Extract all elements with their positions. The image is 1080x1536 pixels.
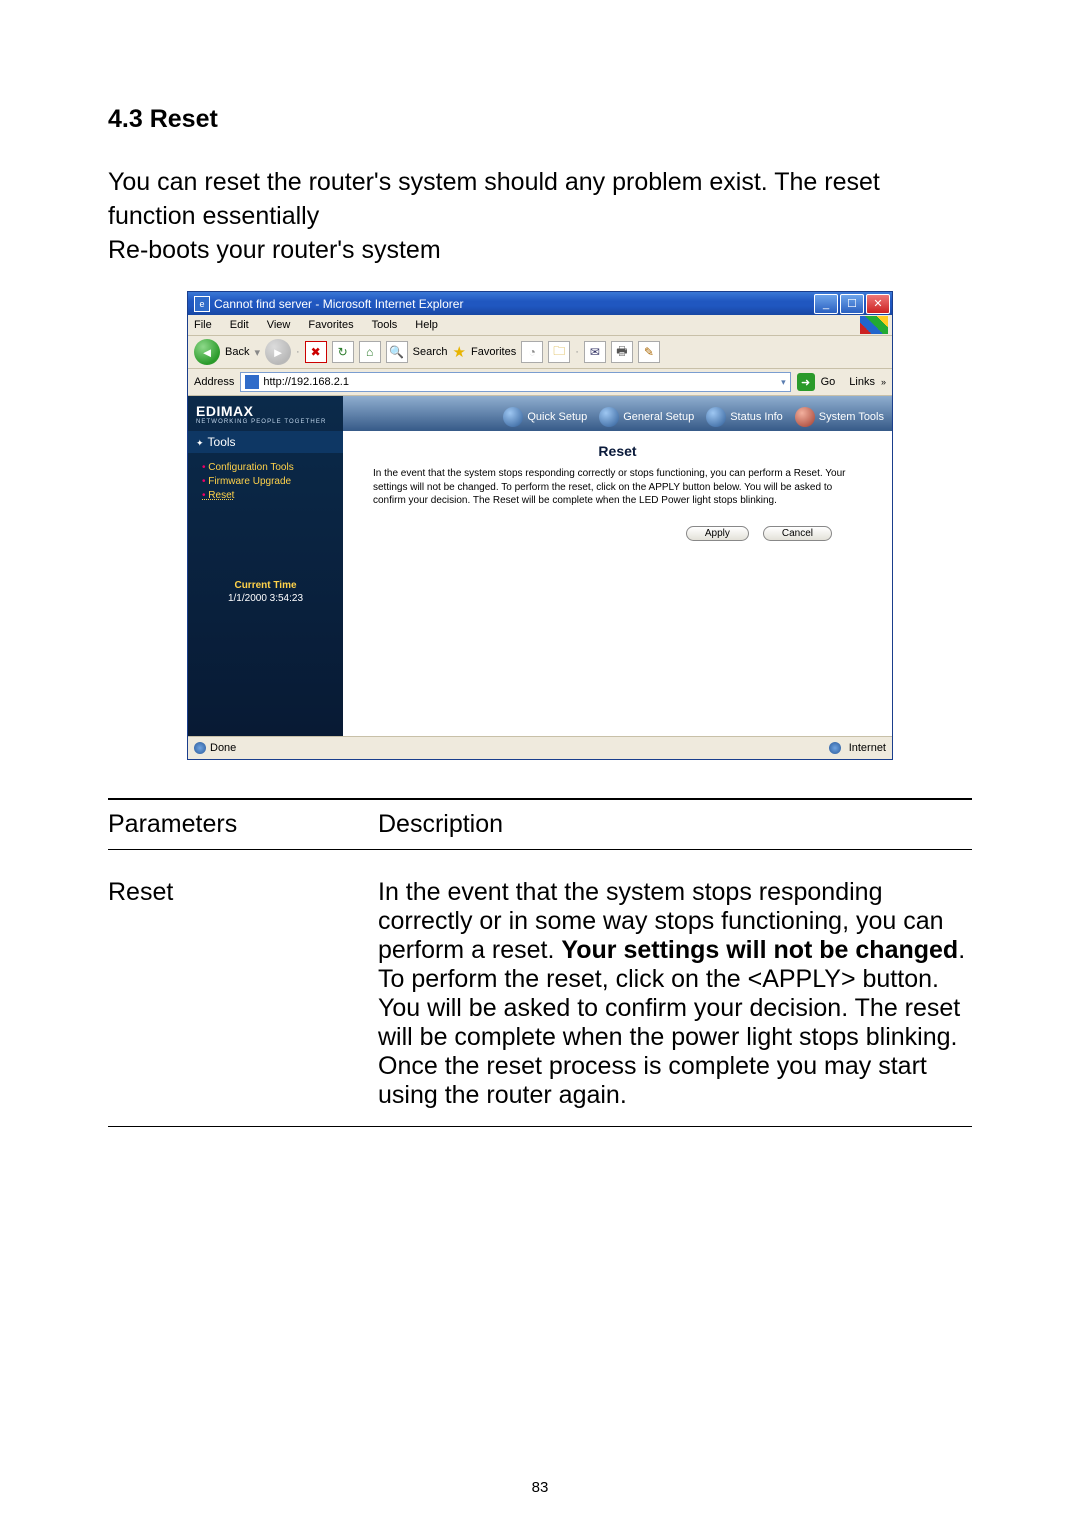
reset-description: In the event that the system stops respo…: [343, 467, 892, 508]
intro-text: You can reset the router's system should…: [108, 166, 972, 267]
sidebar-item-firmware[interactable]: Firmware Upgrade: [202, 476, 339, 487]
links-label[interactable]: Links: [849, 376, 875, 388]
globe-icon: [706, 407, 726, 427]
page-number: 83: [0, 1479, 1080, 1496]
mail-icon[interactable]: ✉: [584, 341, 606, 363]
print-icon[interactable]: 🖶: [611, 341, 633, 363]
close-button[interactable]: ✕: [866, 294, 890, 314]
windows-flag-icon: [860, 316, 888, 334]
col-description: Description: [378, 799, 972, 850]
menu-view[interactable]: View: [267, 319, 291, 331]
maximize-button[interactable]: ☐: [840, 294, 864, 314]
address-dropdown-icon[interactable]: ▾: [781, 377, 786, 388]
param-name: Reset: [108, 850, 378, 1127]
window-titlebar: e Cannot find server - Microsoft Interne…: [188, 292, 892, 315]
search-icon[interactable]: 🔍: [386, 341, 408, 363]
globe-icon: [503, 407, 523, 427]
sidebar-item-config[interactable]: Configuration Tools: [202, 462, 339, 473]
sidebar-time-label: Current Time: [188, 580, 343, 591]
go-button[interactable]: ➜: [797, 373, 815, 391]
tab-system-tools[interactable]: System Tools: [795, 407, 884, 431]
page-title: Reset: [343, 431, 892, 467]
zone-icon: [829, 742, 841, 754]
favorites-label: Favorites: [471, 346, 516, 358]
ie-icon: e: [194, 296, 210, 312]
minimize-button[interactable]: _: [814, 294, 838, 314]
brand-logo: EDIMAX NETWORKING PEOPLE TOGETHER: [188, 396, 343, 431]
favorites-star-icon[interactable]: ★: [453, 343, 466, 361]
toolbar: ◄ Back ▾ ► · ✖ ↻ ⌂ 🔍 Search ★ Favorites …: [188, 336, 892, 369]
edit-icon[interactable]: ✎: [638, 341, 660, 363]
menu-bar: File Edit View Favorites Tools Help: [188, 315, 892, 336]
address-bar: Address http://192.168.2.1 ▾ ➜ Go Links …: [188, 369, 892, 396]
cancel-button[interactable]: Cancel: [763, 526, 832, 541]
menu-tools[interactable]: Tools: [372, 319, 398, 331]
status-text: Done: [210, 742, 236, 754]
section-heading: 4.3 Reset: [108, 105, 972, 134]
forward-button[interactable]: ►: [265, 339, 291, 365]
address-label: Address: [194, 376, 234, 388]
tab-quick-setup[interactable]: Quick Setup: [503, 407, 587, 431]
menu-edit[interactable]: Edit: [230, 319, 249, 331]
apply-button[interactable]: Apply: [686, 526, 749, 541]
stop-icon[interactable]: ✖: [305, 341, 327, 363]
menu-help[interactable]: Help: [415, 319, 438, 331]
screenshot: e Cannot find server - Microsoft Interne…: [187, 291, 893, 760]
ie-page-icon: [245, 375, 259, 389]
done-icon: [194, 742, 206, 754]
status-bar: Done Internet: [188, 736, 892, 759]
zone-text: Internet: [849, 742, 886, 754]
tab-general-setup[interactable]: General Setup: [599, 407, 694, 431]
refresh-icon[interactable]: ↻: [332, 341, 354, 363]
parameters-table: Parameters Description Reset In the even…: [108, 798, 972, 1127]
tab-status-info[interactable]: Status Info: [706, 407, 783, 431]
col-parameters: Parameters: [108, 799, 378, 850]
go-label: Go: [821, 376, 836, 388]
globe-icon: [795, 407, 815, 427]
sidebar-item-reset[interactable]: Reset: [202, 490, 339, 501]
router-sidebar: EDIMAX NETWORKING PEOPLE TOGETHER Tools …: [188, 396, 343, 736]
router-top-nav: Quick Setup General Setup Status Info Sy…: [343, 396, 892, 431]
home-icon[interactable]: ⌂: [359, 341, 381, 363]
sidebar-header: Tools: [188, 431, 343, 453]
search-label: Search: [413, 346, 448, 358]
menu-favorites[interactable]: Favorites: [308, 319, 353, 331]
history-icon[interactable]: 🗀: [548, 341, 570, 363]
back-button[interactable]: ◄: [194, 339, 220, 365]
back-label: Back: [225, 346, 249, 358]
address-input[interactable]: http://192.168.2.1 ▾: [240, 372, 790, 392]
param-desc: In the event that the system stops respo…: [378, 850, 972, 1127]
menu-file[interactable]: File: [194, 319, 212, 331]
window-title: Cannot find server - Microsoft Internet …: [214, 297, 463, 311]
media-icon[interactable]: ◔: [521, 341, 543, 363]
sidebar-time-value: 1/1/2000 3:54:23: [188, 593, 343, 604]
globe-icon: [599, 407, 619, 427]
